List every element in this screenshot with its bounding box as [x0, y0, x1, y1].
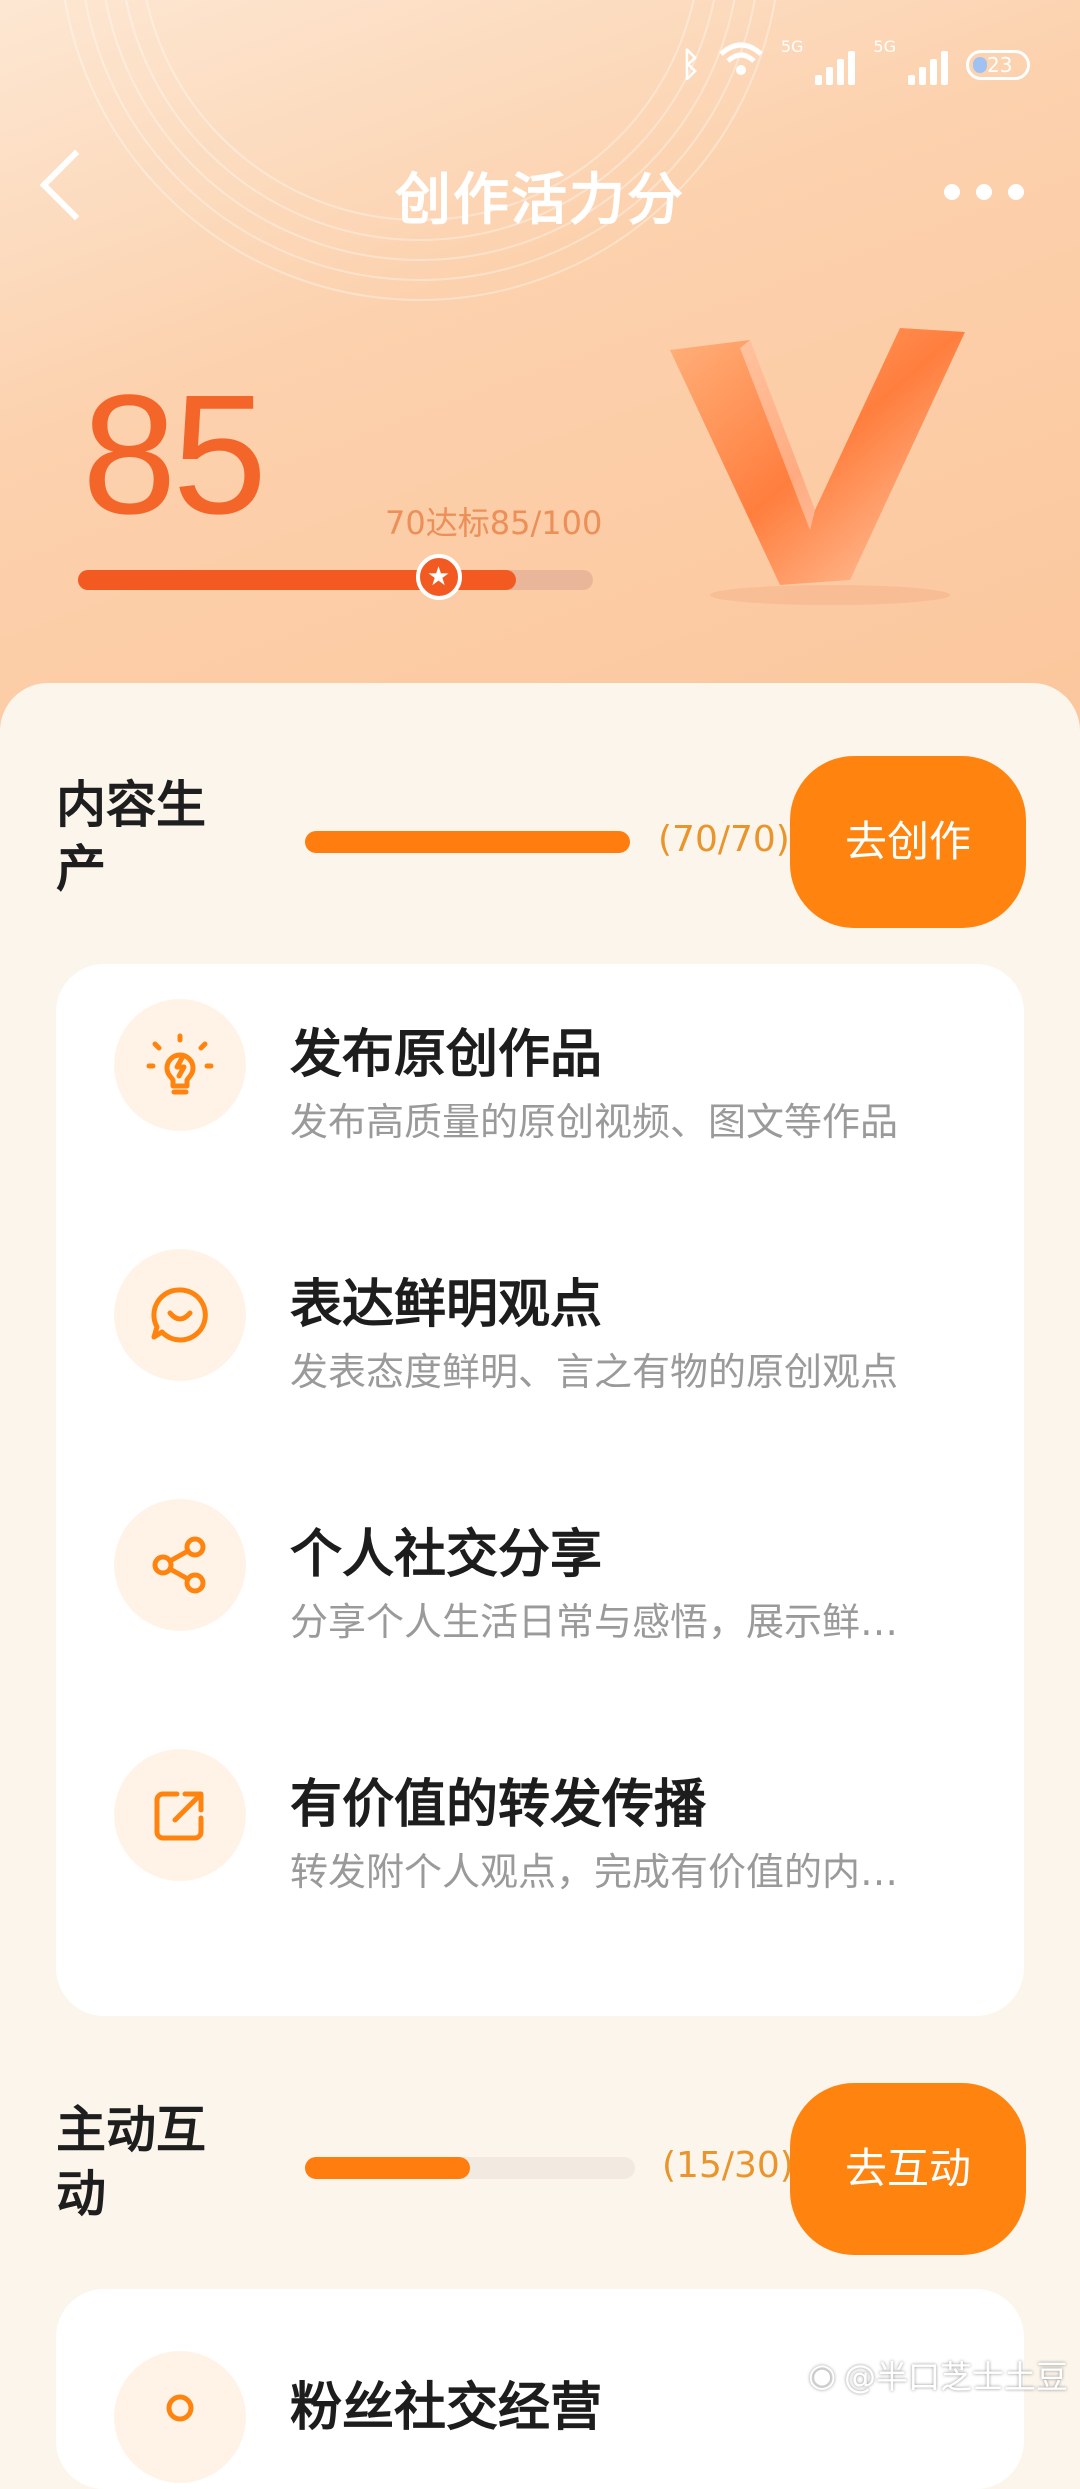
page-title: 创作活力分 [395, 168, 685, 233]
signal-icon-1 [815, 45, 856, 85]
section-title: 主动互动 [56, 2101, 206, 2223]
battery-level: 23 [987, 52, 1013, 77]
section-count: (70/70) [658, 819, 790, 860]
item-desc: 分享个人生活日常与感悟，展示鲜… [290, 1600, 899, 1644]
forward-icon [114, 1749, 246, 1881]
more-icon[interactable] [944, 184, 1024, 200]
list-item[interactable]: 有价值的转发传播 转发附个人观点，完成有价值的内… [56, 1714, 1024, 1914]
list-item[interactable]: 表达鲜明观点 发表态度鲜明、言之有物的原创观点 [56, 1214, 1024, 1414]
section-progress-fill [305, 2157, 470, 2179]
item-desc: 转发附个人观点，完成有价值的内… [290, 1850, 899, 1894]
content-sheet: 内容生产 (70/70) 去创作 发布原创作品 发布高质量的原创视频、图文等作品 [0, 683, 1080, 2489]
status-bar: ᛒ 5G 5G 23 [680, 37, 1030, 87]
score-target: 70达标85/100 [385, 504, 603, 542]
go-create-button[interactable]: 去创作 [790, 756, 1026, 928]
section-progress-fill [305, 831, 630, 853]
section-progress-bar [305, 2157, 635, 2179]
network-label-2: 5G [873, 37, 896, 56]
score-progress-bar: ★ [78, 554, 593, 600]
go-interact-button[interactable]: 去互动 [790, 2083, 1026, 2255]
watermark: ◉ @半口芝士土豆 [808, 2356, 1068, 2396]
header: ᛒ 5G 5G 23 创作活力分 85 70达标85/100 ★ [0, 0, 1080, 760]
list-item[interactable]: 个人社交分享 分享个人生活日常与感悟，展示鲜… [56, 1464, 1024, 1664]
signal-icon-2 [908, 45, 948, 85]
fans-icon [114, 2351, 246, 2483]
bluetooth-icon: ᛒ [680, 44, 701, 85]
network-label-1: 5G [780, 37, 804, 56]
section-count: (15/30) [662, 2145, 794, 2186]
item-desc: 发表态度鲜明、言之有物的原创观点 [290, 1350, 899, 1394]
section-progress-bar [305, 831, 630, 853]
share-icon [114, 1499, 246, 1631]
item-title: 个人社交分享 [290, 1525, 603, 1585]
item-desc: 发布高质量的原创视频、图文等作品 [290, 1100, 899, 1144]
weibo-icon: ◉ [808, 2356, 836, 2394]
score-value: 85 [82, 360, 267, 550]
wifi-icon [719, 42, 763, 87]
item-title: 发布原创作品 [290, 1025, 603, 1085]
item-title: 表达鲜明观点 [290, 1275, 603, 1335]
item-title: 粉丝社交经营 [290, 2378, 603, 2438]
battery-icon: 23 [966, 49, 1030, 80]
list-item[interactable]: 发布原创作品 发布高质量的原创视频、图文等作品 [56, 964, 1024, 1164]
v-logo-icon [670, 328, 965, 605]
item-title: 有价值的转发传播 [290, 1775, 707, 1835]
chat-smile-icon [114, 1249, 246, 1381]
bulb-icon [114, 999, 246, 1131]
task-card: 发布原创作品 发布高质量的原创视频、图文等作品 表达鲜明观点 发表态度鲜明、言之… [56, 964, 1024, 2016]
star-icon: ★ [415, 554, 462, 600]
section-title: 内容生产 [56, 776, 206, 898]
